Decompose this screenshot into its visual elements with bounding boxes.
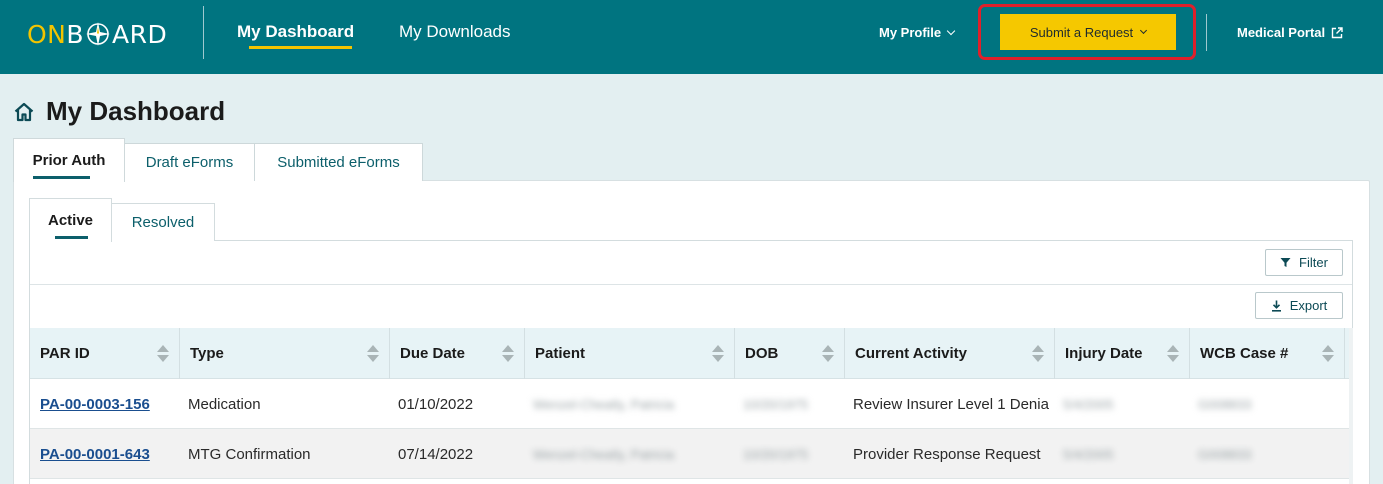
download-icon [1271, 300, 1281, 312]
due-date-cell: 07/14/2022 [398, 445, 474, 463]
activity-cell: Review Insurer Level 1 Denial [853, 395, 1049, 413]
column-header-label: WCB Case # [1200, 345, 1289, 362]
page-header: My Dashboard [13, 96, 225, 127]
sort-icon[interactable] [367, 345, 379, 363]
submit-request-button[interactable]: Submit a Request [1000, 14, 1176, 50]
par-id-cell: PA-00-0001-643 [40, 429, 178, 479]
medical-portal-link[interactable]: Medical Portal [1237, 25, 1343, 40]
column-header-dob[interactable]: DOB [735, 328, 845, 379]
injury-date-cell: 5/4/2005 [1063, 446, 1114, 462]
tab-submitted-eforms[interactable]: Submitted eForms [254, 143, 423, 181]
filter-label: Filter [1299, 255, 1328, 270]
table-header: PAR ID Type Due Date Patient DOB Current… [30, 328, 1350, 379]
medical-portal-label: Medical Portal [1237, 25, 1326, 40]
page-title: My Dashboard [46, 96, 226, 126]
tab-resolved[interactable]: Resolved [111, 203, 215, 241]
wcb-case-cell: G008833 [1198, 446, 1252, 462]
type-cell: Medication [188, 395, 261, 413]
nav-divider [203, 6, 204, 59]
column-header-current-activity[interactable]: Current Activity [845, 328, 1055, 379]
column-header-label: PAR ID [40, 345, 90, 362]
submit-request-label: Submit a Request [1029, 24, 1134, 40]
column-header-label: Type [190, 345, 224, 362]
column-header-label: Injury Date [1065, 345, 1143, 362]
column-header-wcb-case[interactable]: WCB Case # [1190, 328, 1345, 379]
sort-icon[interactable] [712, 345, 724, 363]
active-tab-underline [55, 236, 88, 239]
filter-toolbar [30, 241, 1352, 285]
patient-cell: Wenzel-Cheatly, Patricia [533, 396, 675, 412]
column-header-type[interactable]: Type [180, 328, 390, 379]
injury-date-cell: 5/4/2005 [1063, 396, 1114, 412]
column-header-injury-date[interactable]: Injury Date [1055, 328, 1190, 379]
dob-cell: 10/20/1975 [743, 446, 809, 462]
tab-draft-eforms[interactable]: Draft eForms [124, 143, 255, 181]
filter-icon [1280, 258, 1291, 267]
activity-cell: Provider Response Request [853, 445, 1041, 463]
column-header-label: Due Date [400, 345, 466, 362]
tab-label: Active [47, 212, 94, 229]
column-header-label: Patient [535, 345, 586, 362]
tab-label: Submitted eForms [277, 154, 400, 171]
my-profile-menu[interactable]: My Profile [879, 25, 956, 40]
onboard-logo[interactable]: ON B ARD [27, 19, 168, 49]
external-link-icon [1331, 26, 1343, 38]
type-cell: MTG Confirmation [188, 445, 311, 463]
table-row: PA-00-0003-156 Medication 01/10/2022 Wen… [30, 379, 1350, 429]
filter-button[interactable]: Filter [1265, 249, 1343, 276]
column-header-patient[interactable]: Patient [525, 328, 735, 379]
column-header-par-id[interactable]: PAR ID [30, 328, 180, 379]
due-date-cell: 01/10/2022 [398, 395, 474, 413]
column-header-due-date[interactable]: Due Date [390, 328, 525, 379]
par-id-link[interactable]: PA-00-0003-156 [40, 396, 150, 413]
chevron-down-icon [946, 26, 956, 36]
vertical-scrollbar[interactable] [1349, 328, 1353, 484]
table-row: PA-00-0001-643 MTG Confirmation 07/14/20… [30, 429, 1350, 479]
export-toolbar [30, 285, 1352, 328]
sort-icon[interactable] [157, 345, 169, 363]
sort-icon[interactable] [1032, 345, 1044, 363]
sort-icon[interactable] [1322, 345, 1334, 363]
sort-icon[interactable] [502, 345, 514, 363]
export-label: Export [1289, 298, 1328, 313]
patient-cell: Wenzel-Cheatly, Patricia [533, 446, 675, 462]
sort-icon[interactable] [1167, 345, 1179, 363]
dob-cell: 10/20/1975 [743, 396, 809, 412]
logo-rest-text: ARD [112, 19, 168, 49]
nav-my-downloads[interactable]: My Downloads [399, 22, 511, 42]
tab-label: Prior Auth [32, 152, 106, 169]
column-header-label: Current Activity [855, 345, 967, 362]
active-nav-underline [249, 46, 352, 49]
tab-label: Draft eForms [145, 154, 234, 171]
logo-b-text: B [66, 19, 85, 49]
nav-my-dashboard[interactable]: My Dashboard [237, 22, 354, 42]
compass-icon [86, 22, 111, 46]
nav-divider [1206, 14, 1207, 51]
logo-on-text: ON [27, 19, 67, 49]
tab-label: Resolved [131, 214, 195, 231]
chevron-down-icon [1140, 26, 1148, 34]
wcb-case-cell: G008833 [1198, 396, 1252, 412]
column-header-label: DOB [745, 345, 779, 362]
home-icon[interactable] [13, 101, 35, 123]
export-button[interactable]: Export [1255, 292, 1343, 319]
par-id-cell: PA-00-0003-156 [40, 379, 178, 429]
top-navigation: ON B ARD My Dashboard My Downloads My Pr… [0, 0, 1383, 74]
my-profile-label: My Profile [879, 25, 942, 40]
par-id-link[interactable]: PA-00-0001-643 [40, 446, 150, 463]
sort-icon[interactable] [822, 345, 834, 363]
active-tab-underline [33, 176, 90, 179]
